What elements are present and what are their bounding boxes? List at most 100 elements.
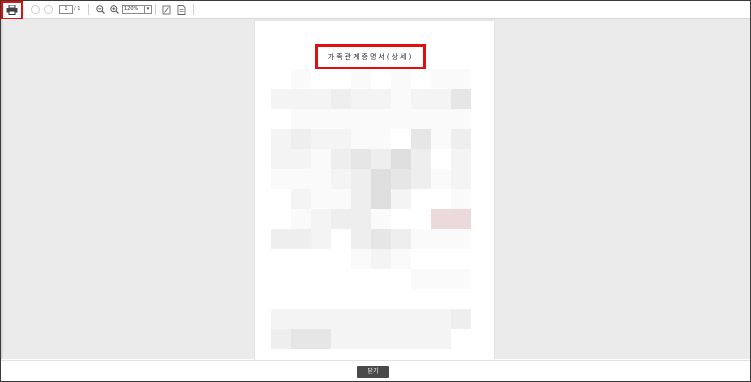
redacted-block (371, 129, 391, 149)
redacted-block (351, 149, 371, 169)
redacted-block (371, 69, 391, 89)
document-icon[interactable] (177, 4, 186, 15)
redacted-block (271, 249, 291, 269)
redacted-block (391, 169, 411, 189)
redacted-block (271, 129, 291, 149)
redacted-content (271, 69, 471, 349)
redacted-block (291, 109, 311, 129)
redacted-block (271, 149, 291, 169)
redacted-block (391, 69, 411, 89)
redacted-block (431, 109, 451, 129)
prev-page-icon[interactable] (31, 4, 40, 15)
document-viewer[interactable]: 가족관계증명서(상세) (1, 19, 750, 366)
redacted-block (391, 249, 411, 269)
redacted-block (431, 229, 451, 249)
redacted-block (451, 249, 471, 269)
redacted-block (371, 149, 391, 169)
redacted-block (351, 69, 371, 89)
redacted-block (291, 189, 311, 209)
redacted-block (311, 169, 331, 189)
redacted-block (371, 169, 391, 189)
redacted-block (451, 69, 471, 89)
redacted-block (371, 229, 391, 249)
redacted-block (351, 269, 371, 289)
redacted-block (391, 109, 411, 129)
redacted-block (351, 109, 371, 129)
redacted-block (311, 129, 331, 149)
redacted-block (431, 149, 451, 169)
redacted-block (271, 229, 291, 249)
zoom-select[interactable]: 120% ▾ (122, 5, 152, 14)
redacted-block (291, 149, 311, 169)
redacted-block (451, 169, 471, 189)
redacted-block (391, 129, 411, 149)
redacted-block (411, 109, 431, 129)
redacted-block (291, 269, 311, 289)
redacted-block (331, 169, 351, 189)
next-page-icon[interactable] (44, 4, 53, 15)
redacted-block (391, 289, 411, 309)
redacted-block (371, 329, 391, 349)
redacted-block (291, 169, 311, 189)
zoom-in-icon[interactable] (110, 4, 119, 15)
redacted-block (351, 289, 371, 309)
toolbar-divider (193, 4, 194, 15)
zoom-out-icon[interactable] (96, 4, 105, 15)
redacted-block (451, 209, 471, 229)
redacted-block (391, 309, 411, 329)
redacted-block (431, 309, 451, 329)
fit-page-icon[interactable] (162, 4, 171, 15)
redacted-block (411, 189, 431, 209)
toolbar-divider (155, 4, 156, 15)
redacted-block (271, 269, 291, 289)
redacted-block (411, 229, 431, 249)
redacted-block (351, 329, 371, 349)
page-number-input[interactable]: 1 (59, 5, 73, 14)
redacted-block (371, 309, 391, 329)
toolbar: 1 / 1 120% ▾ (1, 1, 750, 20)
redacted-block (411, 129, 431, 149)
redacted-block (331, 149, 351, 169)
redacted-block (451, 129, 471, 149)
redacted-block (431, 89, 451, 109)
footer: 닫기 (1, 360, 750, 381)
redacted-block (391, 329, 411, 349)
redacted-block (411, 269, 431, 289)
redacted-block (271, 329, 291, 349)
redacted-block (431, 269, 451, 289)
redacted-block (391, 89, 411, 109)
redacted-block (291, 289, 311, 309)
redacted-block (331, 329, 351, 349)
redacted-block (371, 89, 391, 109)
redacted-block (331, 309, 351, 329)
redacted-block (311, 329, 331, 349)
redacted-block (271, 89, 291, 109)
redacted-block (291, 209, 311, 229)
redacted-block (271, 69, 291, 89)
redacted-block (331, 229, 351, 249)
redacted-block (431, 169, 451, 189)
redacted-block (451, 269, 471, 289)
redacted-block (351, 189, 371, 209)
redacted-block (391, 149, 411, 169)
redacted-block (371, 289, 391, 309)
redacted-block (331, 249, 351, 269)
pdf-viewer-window: 1 / 1 120% ▾ 가족관계증명서(상세) 닫기 (0, 0, 751, 382)
redacted-block (451, 309, 471, 329)
redacted-block (271, 169, 291, 189)
redacted-block (351, 129, 371, 149)
print-icon[interactable] (6, 5, 18, 15)
close-button[interactable]: 닫기 (357, 366, 389, 378)
redacted-block (431, 209, 451, 229)
redacted-block (411, 309, 431, 329)
redacted-block (451, 189, 471, 209)
redacted-block (411, 249, 431, 269)
zoom-value: 120% (124, 6, 139, 12)
viewer-edge (1, 19, 3, 359)
redacted-block (411, 149, 431, 169)
redacted-block (351, 309, 371, 329)
redacted-block (451, 149, 471, 169)
page-total-label: / 1 (74, 6, 81, 12)
redacted-block (331, 209, 351, 229)
redacted-block (291, 229, 311, 249)
